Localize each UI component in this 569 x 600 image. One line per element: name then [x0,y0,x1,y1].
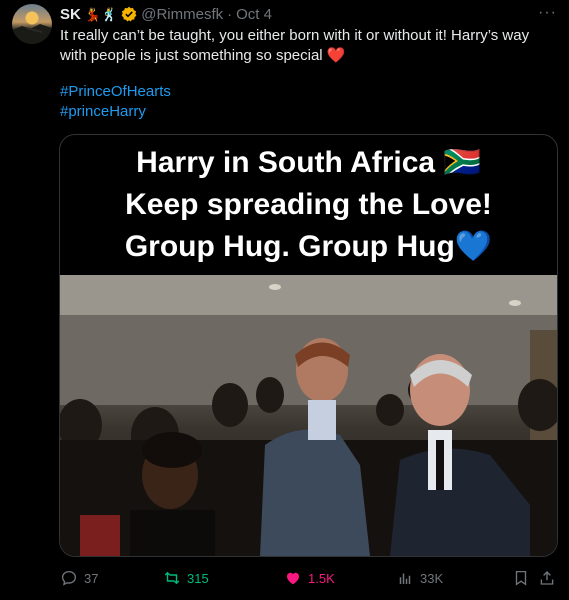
tweet-header: SK 💃🕺 @Rimmesfk · Oct 4 [60,4,272,24]
reply-count: 37 [84,570,99,586]
caption-line: Harry in South Africa 🇿🇦 [136,146,481,179]
hashtag-link[interactable]: #princeHarry [60,102,171,122]
video-caption: Harry in South Africa 🇿🇦 Keep spreading … [60,135,557,275]
tweet-body: It really can’t be taught, you either bo… [60,27,530,64]
author-emoji: 💃🕺 [84,6,118,22]
tweet-text: It really can’t be taught, you either bo… [60,26,550,66]
views-button[interactable]: 33K [396,568,443,588]
hashtag-link[interactable]: #PrinceOfHearts [60,82,171,102]
views-chart-icon [399,573,411,584]
tweet-date[interactable]: Oct 4 [236,6,272,23]
like-count: 1.5K [308,570,335,586]
tweet: SK 💃🕺 @Rimmesfk · Oct 4 ··· It really ca… [0,0,569,600]
video-frame [60,275,557,556]
more-options-icon[interactable]: ··· [538,4,557,22]
crowd-scene-image [60,275,557,556]
retweet-button[interactable]: 315 [163,568,209,588]
views-count: 33K [420,570,444,586]
author-handle[interactable]: @Rimmesfk [141,6,223,23]
verified-badge-icon [121,6,137,22]
video-media[interactable]: Harry in South Africa 🇿🇦 Keep spreading … [59,134,558,557]
heart-icon [287,572,299,585]
bookmark-button[interactable] [512,568,530,588]
reply-button[interactable]: 37 [60,568,98,588]
retweet-count: 315 [187,570,209,586]
hashtags: #PrinceOfHearts #princeHarry [60,82,171,122]
heart-emoji: ❤️ [326,47,346,64]
retweet-icon [164,571,180,585]
reply-icon [61,570,77,586]
bookmark-icon [515,570,527,586]
like-button[interactable]: 1.5K [284,568,335,588]
share-button[interactable] [538,568,556,588]
caption-line: Keep spreading the Love! [125,188,492,221]
separator-dot: · [227,5,233,23]
action-bar: 37 315 1.5K 33K [60,568,556,588]
avatar[interactable] [12,4,52,44]
share-icon [540,571,554,585]
caption-line: Group Hug. Group Hug💙 [124,230,493,263]
author-name[interactable]: SK [60,6,81,23]
avatar-sunset-image [12,24,52,44]
